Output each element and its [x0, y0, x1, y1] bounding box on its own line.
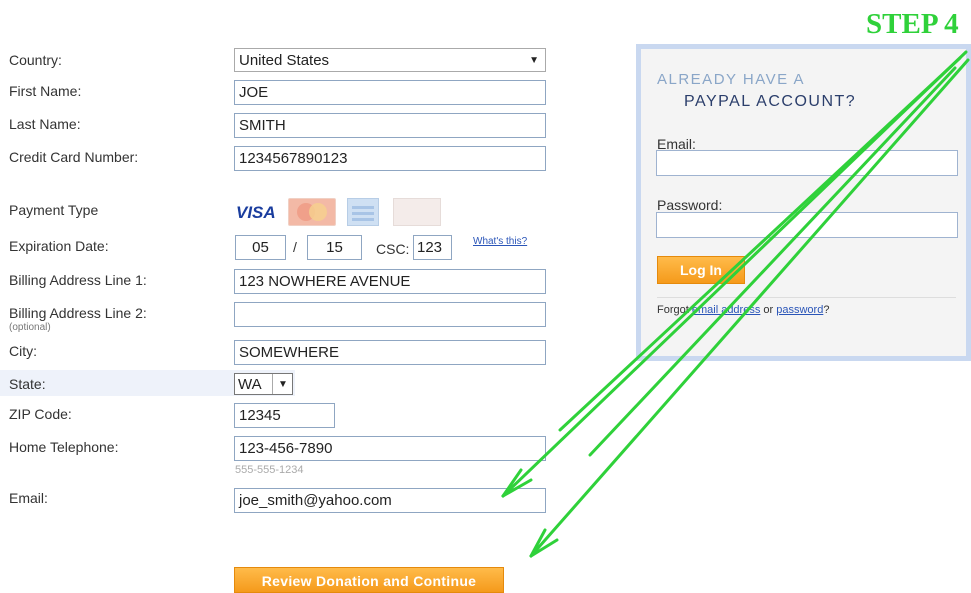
arrow-line-to-submit: [529, 58, 970, 558]
arrow-line-fold-a: [558, 56, 962, 432]
step-label: STEP 4: [866, 8, 959, 40]
arrow-line-fold-b: [588, 66, 957, 457]
annotation-arrows: [501, 50, 970, 558]
